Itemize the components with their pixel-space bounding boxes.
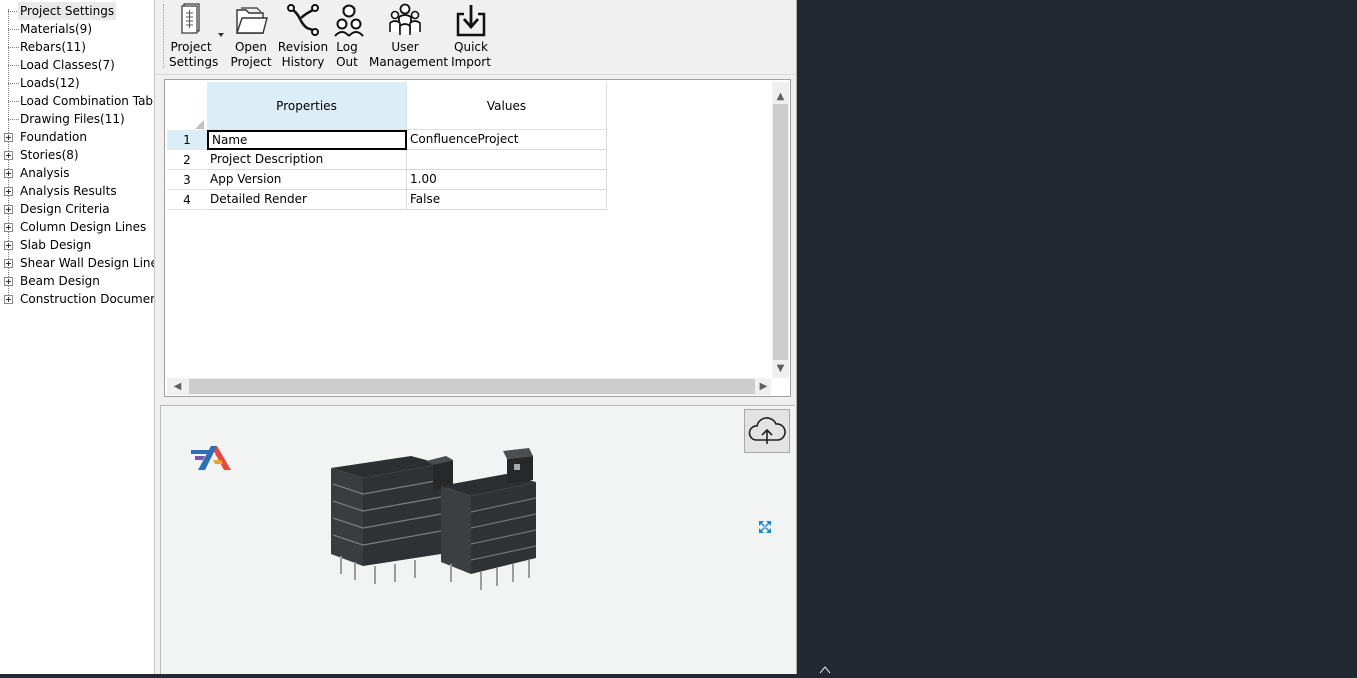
tree-item-label: Stories(8) — [20, 148, 79, 162]
cloud-upload-icon — [748, 417, 786, 444]
expand-plus-icon[interactable] — [4, 277, 13, 286]
cell-value-detailed-render[interactable]: False — [407, 190, 607, 210]
project-tree: Project Settings Materials(9) Rebars(11)… — [0, 0, 155, 674]
cell-property-app-version[interactable]: App Version — [207, 170, 407, 190]
tree-item-label: Rebars(11) — [20, 40, 86, 54]
tree-item-label: Loads(12) — [20, 76, 80, 90]
cell-property-name[interactable]: Name — [207, 130, 407, 150]
project-settings-icon — [181, 3, 200, 34]
scroll-left-icon[interactable]: ◀ — [169, 378, 186, 395]
revision-history-icon — [287, 4, 319, 36]
grid-corner-header[interactable] — [167, 82, 207, 130]
tree-item-label: Project Settings — [18, 2, 117, 20]
vertical-scrollbar[interactable]: ▲ ▼ — [772, 82, 789, 378]
cell-value-project-description[interactable] — [407, 150, 607, 170]
row-header[interactable]: 4 — [167, 190, 207, 210]
scroll-right-icon[interactable]: ▶ — [755, 378, 772, 395]
log-out-users-icon — [334, 4, 364, 37]
button-label-line1: Log — [336, 40, 358, 54]
tree-item-label: Analysis — [20, 166, 70, 180]
project-settings-button[interactable]: Project Settings — [169, 2, 219, 70]
expand-plus-icon[interactable] — [4, 151, 13, 160]
cell-property-project-description[interactable]: Project Description — [207, 150, 407, 170]
column-header-properties[interactable]: Properties — [207, 82, 407, 130]
tree-connector — [8, 29, 19, 30]
tree-item-label: Construction Documents — [20, 292, 155, 306]
quick-import-button[interactable]: Quick Import — [449, 2, 493, 70]
main-panel: Project Settings Open Project Revision H… — [155, 0, 797, 674]
tree-connector — [8, 83, 19, 84]
button-label-line1: Revision — [277, 40, 329, 54]
app-logo — [191, 444, 233, 475]
cell-property-detailed-render[interactable]: Detailed Render — [207, 190, 407, 210]
tree-connector — [8, 101, 19, 102]
tree-item-label: Slab Design — [20, 238, 92, 252]
user-management-button[interactable]: User Management — [369, 2, 449, 70]
expand-plus-icon[interactable] — [4, 241, 13, 250]
caret-mark-icon — [818, 664, 832, 674]
cell-value-app-version[interactable]: 1.00 — [407, 170, 607, 190]
expand-plus-icon[interactable] — [4, 259, 13, 268]
model-preview-panel — [160, 405, 795, 674]
tree-item-label: Shear Wall Design Lines — [20, 256, 155, 270]
tree-item-label: Column Design Lines — [20, 220, 147, 234]
button-label-line2: Management — [369, 55, 449, 69]
log-out-button[interactable]: Log Out — [331, 2, 364, 70]
horizontal-scroll-thumb[interactable] — [189, 379, 755, 394]
button-label-line2: Import — [451, 55, 491, 69]
button-label-line1: Open — [234, 40, 268, 54]
tree-item-label: Materials(9) — [20, 22, 92, 36]
button-label-line2: History — [281, 55, 325, 69]
select-all-triangle-icon — [195, 120, 204, 129]
tree-item-label: Beam Design — [20, 274, 100, 288]
tree-item-label: Drawing Files(11) — [20, 112, 125, 126]
expand-plus-icon[interactable] — [4, 205, 13, 214]
fullscreen-expand-icon[interactable] — [758, 520, 772, 537]
cell-value-name[interactable]: ConfluenceProject — [407, 130, 607, 150]
button-label-line1: Project — [170, 40, 212, 54]
properties-grid: Properties Values 1 Name ConfluenceProje… — [164, 79, 791, 397]
expand-plus-icon[interactable] — [4, 295, 13, 304]
toolbar-grip[interactable] — [163, 4, 164, 68]
project-settings-dropdown-arrow-icon[interactable] — [218, 33, 224, 37]
tree-item-label: Analysis Results — [20, 184, 117, 198]
building-3d-model[interactable] — [331, 446, 571, 599]
revision-history-button[interactable]: Revision History — [277, 2, 329, 70]
tree-item-label: Foundation — [20, 130, 87, 144]
column-header-values[interactable]: Values — [407, 82, 607, 130]
button-label-line2: Out — [336, 55, 358, 69]
folder-open-icon — [236, 7, 268, 34]
row-header[interactable]: 3 — [167, 170, 207, 190]
button-label-line1: User — [391, 40, 419, 54]
user-management-icon — [389, 3, 421, 35]
tree-connector — [8, 47, 19, 48]
download-tray-icon — [456, 5, 486, 37]
horizontal-scrollbar[interactable]: ◀ ▶ — [167, 378, 771, 395]
expand-plus-icon[interactable] — [4, 187, 13, 196]
scroll-up-icon[interactable]: ▲ — [772, 88, 789, 105]
row-header[interactable]: 2 — [167, 150, 207, 170]
tree-item-label: Load Combination Table( — [20, 94, 155, 108]
expand-plus-icon[interactable] — [4, 223, 13, 232]
tree-connector — [8, 119, 19, 120]
button-label-line2: Project — [230, 55, 272, 69]
open-project-button[interactable]: Open Project — [229, 2, 273, 70]
cloud-upload-button[interactable] — [744, 409, 790, 453]
tree-item-label: Design Criteria — [20, 202, 110, 216]
toolbar: Project Settings Open Project Revision H… — [155, 0, 796, 75]
expand-plus-icon[interactable] — [4, 133, 13, 142]
scroll-down-icon[interactable]: ▼ — [772, 360, 789, 377]
button-label-line2: Settings — [169, 55, 219, 69]
expand-plus-icon[interactable] — [4, 169, 13, 178]
row-header[interactable]: 1 — [167, 130, 207, 150]
tree-item-label: Load Classes(7) — [20, 58, 115, 72]
button-label-line1: Quick — [454, 40, 488, 54]
vertical-scroll-thumb[interactable] — [773, 104, 788, 360]
tree-connector — [8, 65, 19, 66]
